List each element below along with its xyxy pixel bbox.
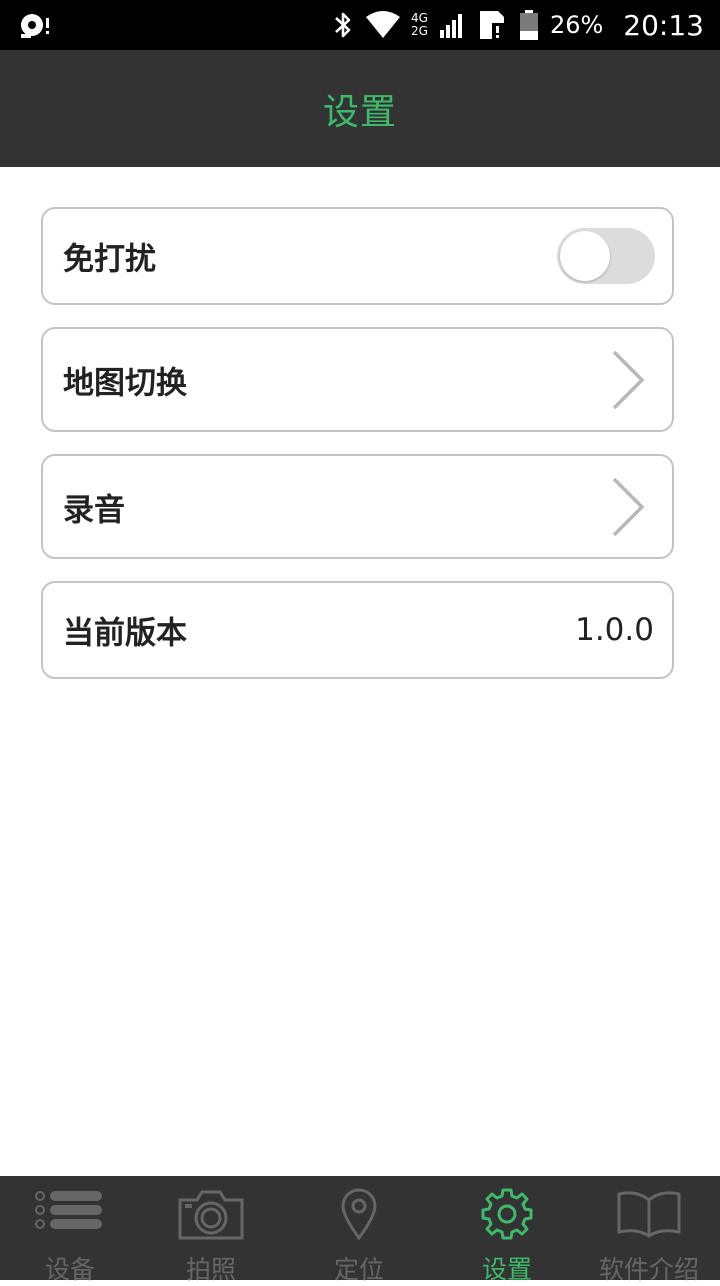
signal-icon: [439, 14, 462, 38]
nav-item-devices[interactable]: 设备: [0, 1176, 140, 1284]
chevron-right-icon: [612, 350, 645, 409]
nav-label: 软件介绍: [598, 1255, 699, 1284]
nav-item-location[interactable]: 定位: [282, 1176, 436, 1284]
wifi-icon: [366, 11, 401, 38]
nav-item-settings[interactable]: 设置: [436, 1176, 578, 1284]
map-switch-label: 地图切换: [63, 365, 187, 401]
dnd-setting-row: 免打扰: [41, 207, 674, 305]
title-bar: 设置: [0, 50, 720, 167]
nav-label: 设备: [44, 1255, 95, 1284]
book-icon: [617, 1191, 681, 1238]
app-notification-icon: [21, 14, 49, 38]
chevron-right-icon: [612, 477, 645, 536]
version-label: 当前版本: [63, 615, 187, 652]
dnd-toggle[interactable]: [557, 228, 655, 284]
recording-label: 录音: [63, 492, 125, 528]
clock: 20:13: [623, 8, 704, 42]
version-row: 当前版本 1.0.0: [41, 581, 674, 679]
list-icon: [35, 1191, 102, 1229]
page-title: 设置: [322, 91, 397, 133]
nav-label: 拍照: [185, 1255, 236, 1284]
location-pin-icon: [341, 1188, 377, 1241]
battery-percent: 26%: [549, 11, 604, 39]
network-type-indicator: 4G 2G: [411, 11, 428, 38]
map-switch-row[interactable]: 地图切换: [41, 327, 674, 432]
battery-icon: [519, 10, 538, 40]
toggle-knob: [560, 231, 610, 281]
gear-icon: [481, 1188, 533, 1240]
bluetooth-icon: [335, 12, 351, 38]
nav-item-camera[interactable]: 拍照: [140, 1176, 282, 1284]
camera-icon: [178, 1190, 244, 1240]
recording-row[interactable]: 录音: [41, 454, 674, 559]
bottom-nav: 设备 拍照 定位 设置 软件介绍: [0, 1176, 720, 1284]
version-value: 1.0.0: [575, 612, 654, 648]
dnd-label: 免打扰: [63, 241, 156, 278]
nav-item-about[interactable]: 软件介绍: [578, 1176, 720, 1284]
nav-label: 设置: [481, 1255, 532, 1284]
sim-alert-icon: [479, 11, 504, 39]
nav-label: 定位: [333, 1255, 384, 1284]
status-bar: 4G 2G 26% 20:13: [0, 0, 720, 50]
